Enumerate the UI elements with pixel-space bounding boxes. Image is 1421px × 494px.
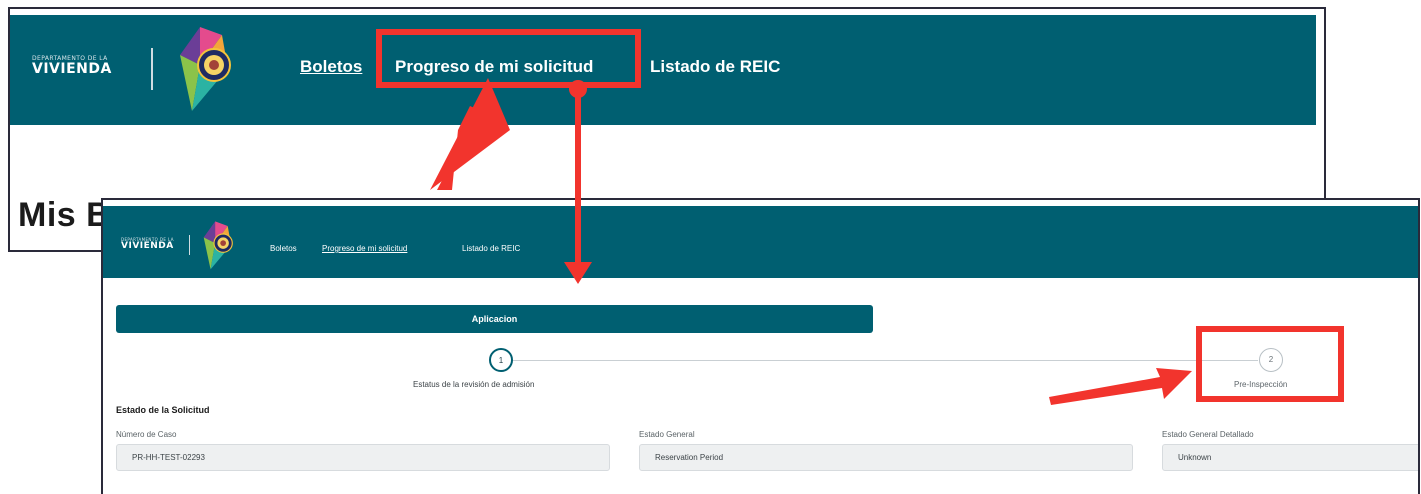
annotation-overlay	[430, 78, 1192, 405]
annotation-arrow-icon	[564, 80, 592, 284]
annotation-arrow-icon	[1049, 368, 1192, 405]
annotation-arrow-icon	[430, 78, 510, 190]
